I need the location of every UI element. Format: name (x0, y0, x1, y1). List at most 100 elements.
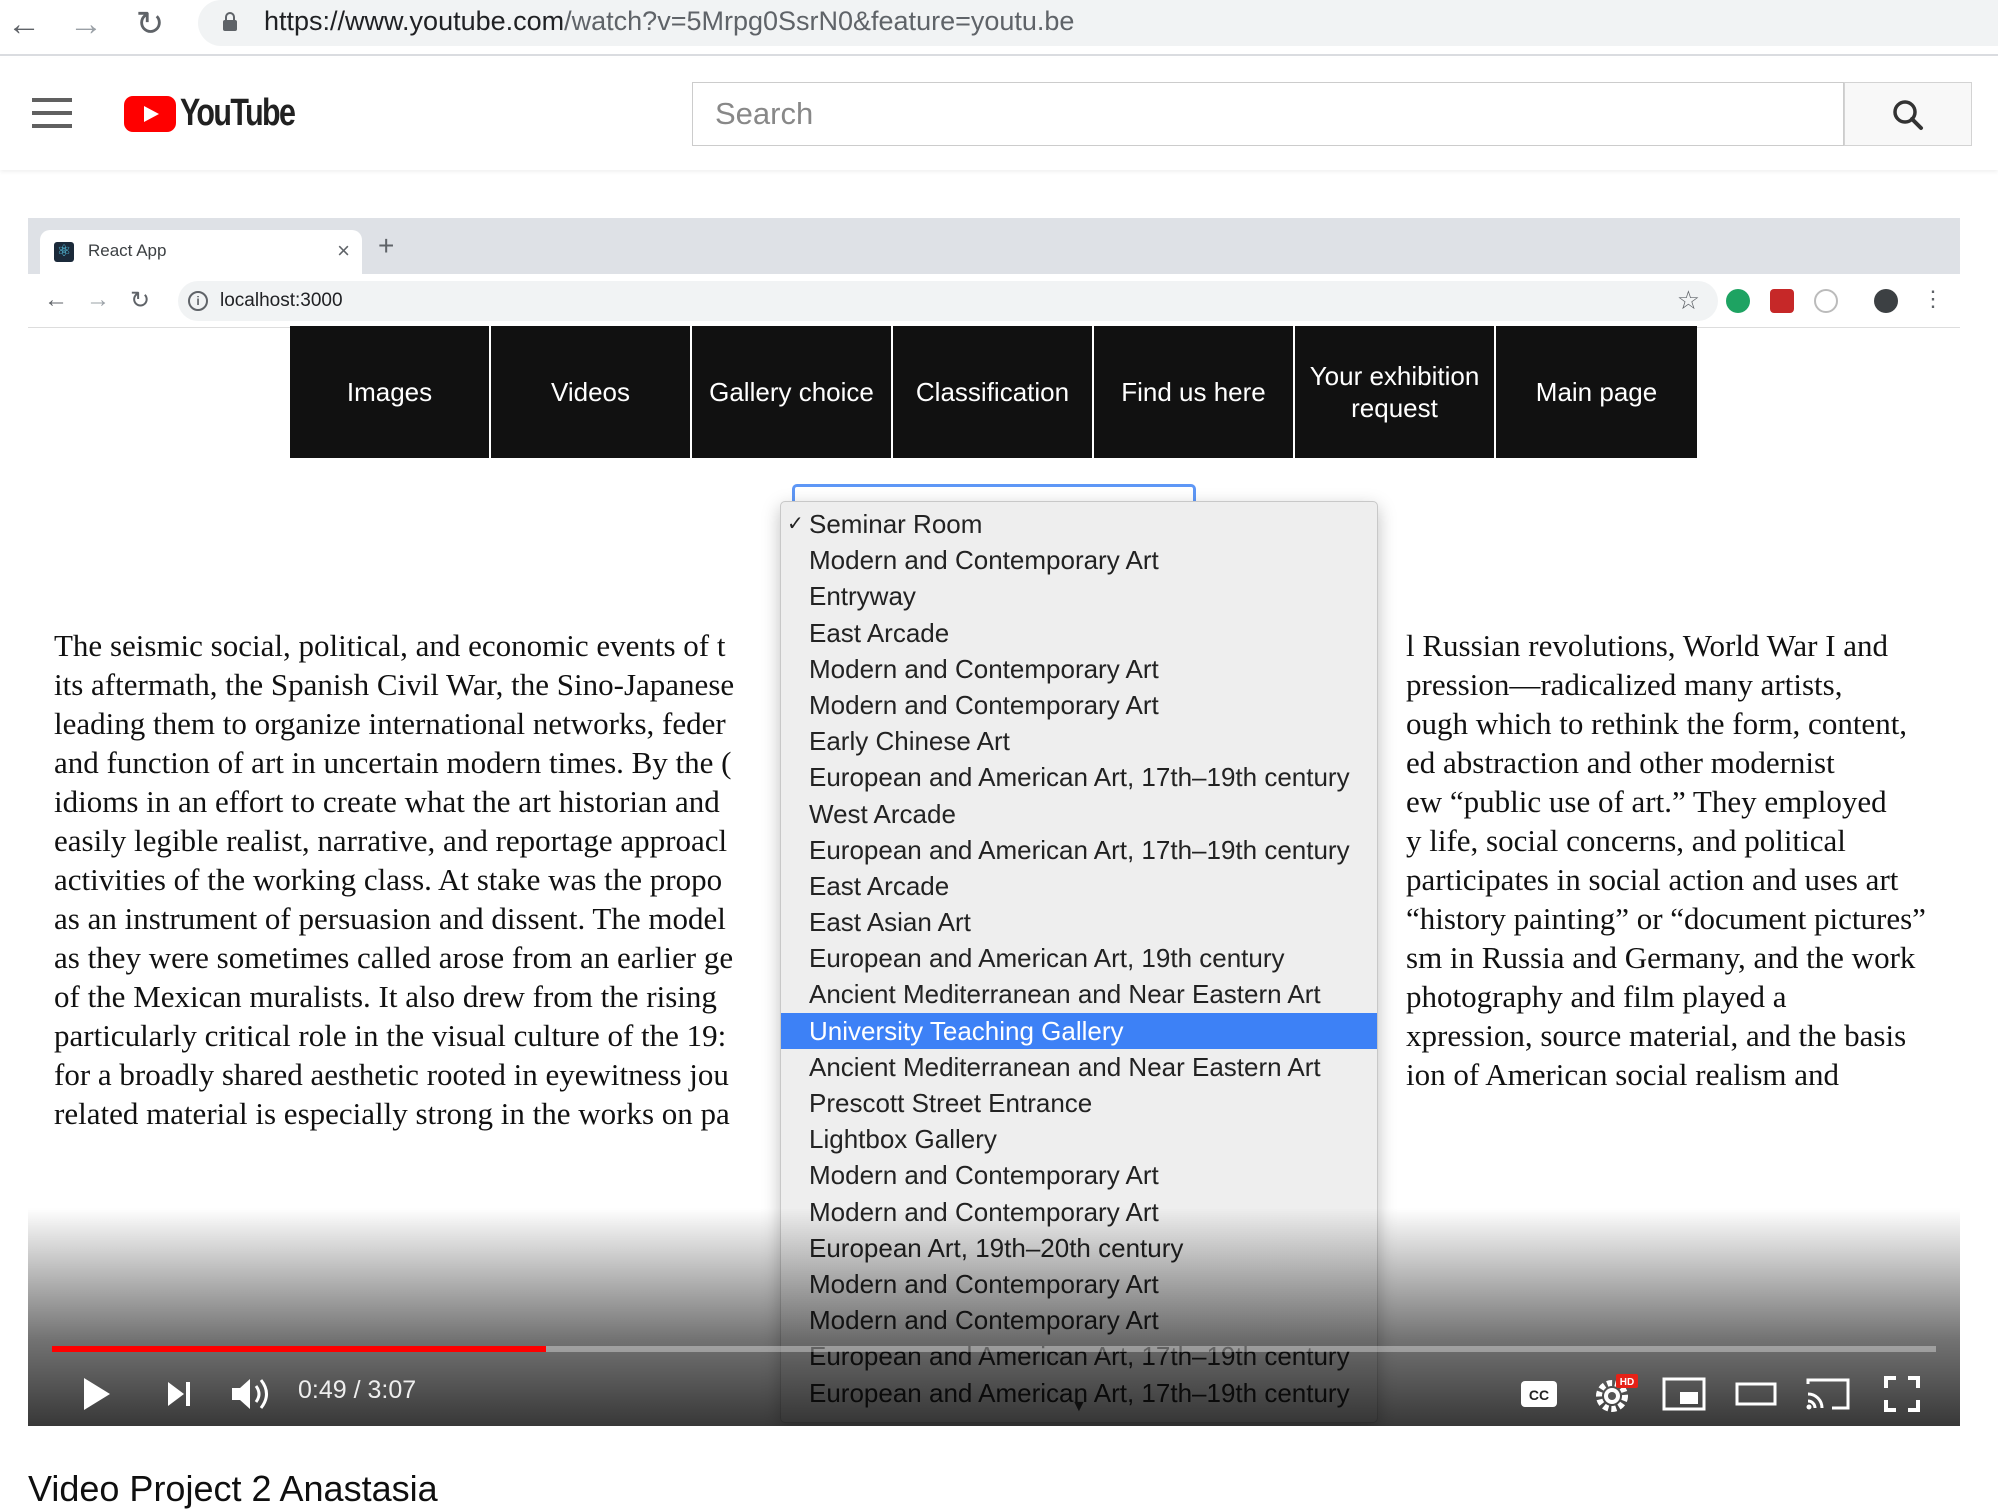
nav-main-page: Main page (1496, 326, 1697, 458)
captions-button: CC (1520, 1370, 1558, 1418)
dropdown-option[interactable]: Ancient Mediterranean and Near Eastern A… (781, 976, 1377, 1012)
miniplayer-button (1662, 1370, 1706, 1418)
body-text-left: leading them to organize international n… (54, 706, 726, 741)
body-text-left: its aftermath, the Spanish Civil War, th… (54, 667, 735, 702)
dropdown-option[interactable]: Modern and Contemporary Art (781, 1157, 1377, 1193)
captions-label: CC (1529, 1387, 1549, 1403)
body-text-right: participates in social action and uses a… (1406, 862, 1899, 897)
body-text-left: activities of the working class. At stak… (54, 862, 723, 897)
dropdown-option[interactable]: European and American Art, 17th–19th cen… (781, 832, 1377, 868)
body-text-left: The seismic social, political, and econo… (54, 628, 726, 663)
volume-icon (232, 1379, 268, 1409)
progress-bar (52, 1346, 1936, 1352)
plus-icon: + (378, 230, 395, 261)
site-nav: Images Videos Gallery choice Classificat… (290, 326, 1697, 458)
dropdown-option[interactable]: Modern and Contemporary Art (781, 542, 1377, 578)
video-title: Video Project 2 Anastasia (28, 1468, 438, 1509)
time-display: 0:49 / 3:07 (298, 1376, 417, 1404)
dropdown-option[interactable]: East Asian Art (781, 904, 1377, 940)
inner-toolbar: ← → ↻ i localhost:3000 ☆ ⋮ (28, 274, 1960, 328)
body-text-right: ion of American social realism and (1406, 1057, 1840, 1092)
extension-icon (1814, 289, 1838, 313)
nav-exhibition-request: Your exhibition request (1295, 326, 1496, 458)
info-icon: i (188, 291, 208, 311)
reload-icon: ↻ (130, 287, 151, 314)
body-text-left: for a broadly shared aesthetic rooted in… (54, 1057, 729, 1092)
body-text-right: ew “public use of art.” They employed (1406, 784, 1887, 819)
dropdown-option[interactable]: European and American Art, 19th century (781, 940, 1377, 976)
next-button (162, 1370, 196, 1418)
dropdown-option[interactable]: Early Chinese Art (781, 723, 1377, 759)
youtube-logo-text: YouTube (180, 92, 296, 134)
inner-tab-title: React App (88, 241, 167, 260)
captions-icon: CC (1521, 1381, 1557, 1407)
dropdown-option[interactable]: European and American Art, 17th–19th cen… (781, 759, 1377, 795)
play-button (80, 1370, 114, 1418)
dropdown-option[interactable]: East Arcade (781, 868, 1377, 904)
body-text-right: pression—radicalized many artists, (1406, 667, 1843, 702)
dropdown-option[interactable]: Entryway (781, 578, 1377, 614)
account-icon (1874, 289, 1898, 313)
body-text-right: “history painting” or “document pictures… (1406, 901, 1926, 936)
body-text-left: as an instrument of persuasion and disse… (54, 901, 726, 936)
youtube-play-icon (124, 96, 176, 132)
browser-toolbar: ← → ↻ https://www.youtube.com/watch?v=5M… (0, 0, 1998, 56)
kebab-menu-icon: ⋮ (1922, 286, 1944, 311)
dropdown-option[interactable]: West Arcade (781, 796, 1377, 832)
search-input[interactable] (693, 83, 1843, 145)
miniplayer-icon (1662, 1377, 1706, 1411)
video-player[interactable]: ⚛ React App × + ← → ↻ i localhost:3000 ☆… (28, 218, 1960, 1426)
nav-images: Images (290, 326, 491, 458)
cast-icon (1806, 1378, 1850, 1410)
nav-find-us-here: Find us here (1094, 326, 1295, 458)
nav-classification: Classification (893, 326, 1094, 458)
search-box (692, 82, 1844, 146)
grammarly-icon (1726, 289, 1750, 313)
dropdown-option[interactable]: East Arcade (781, 615, 1377, 651)
dropdown-option[interactable]: Modern and Contemporary Art (781, 687, 1377, 723)
address-url: https://www.youtube.com/watch?v=5Mrpg0Ss… (264, 6, 1074, 37)
nav-videos: Videos (491, 326, 692, 458)
fullscreen-button (1882, 1370, 1922, 1418)
back-arrow-icon[interactable]: ← (4, 4, 44, 44)
lock-icon (223, 12, 237, 31)
dropdown-option[interactable]: University Teaching Gallery (781, 1012, 1377, 1049)
forward-arrow-icon[interactable]: → (66, 4, 106, 44)
nav-gallery-choice: Gallery choice (692, 326, 893, 458)
settings-button: HD (1594, 1370, 1640, 1418)
forward-arrow-icon: → (86, 286, 110, 313)
back-arrow-icon: ← (44, 286, 68, 313)
dropdown-option[interactable]: Lightbox Gallery (781, 1121, 1377, 1157)
volume-button (228, 1370, 274, 1418)
hd-badge: HD (1620, 1377, 1634, 1388)
inner-url-text: localhost:3000 (220, 290, 343, 311)
url-host: https://www.youtube.com (264, 6, 565, 36)
search-button[interactable] (1844, 82, 1972, 146)
menu-icon[interactable] (32, 98, 72, 128)
theater-mode-button (1734, 1370, 1778, 1418)
search-icon (1893, 100, 1923, 130)
reload-icon[interactable]: ↻ (130, 4, 170, 44)
dropdown-option[interactable]: Prescott Street Entrance (781, 1085, 1377, 1121)
body-text-left: particularly critical role in the visual… (54, 1018, 727, 1053)
gear-icon: HD (1596, 1374, 1638, 1412)
body-text-right: photography and film played a (1406, 979, 1787, 1014)
dropdown-option[interactable]: Ancient Mediterranean and Near Eastern A… (781, 1049, 1377, 1085)
body-text-right: xpression, source material, and the basi… (1406, 1018, 1907, 1053)
address-bar[interactable]: https://www.youtube.com/watch?v=5Mrpg0Ss… (198, 0, 1998, 46)
body-text-left: and function of art in uncertain modern … (54, 745, 732, 780)
dropdown-option[interactable]: Modern and Contemporary Art (781, 651, 1377, 687)
cast-button (1804, 1370, 1852, 1418)
next-icon (168, 1382, 190, 1406)
dropdown-option[interactable]: Seminar Room (781, 506, 1377, 542)
body-text-right: y life, social concerns, and political (1406, 823, 1846, 858)
url-path: /watch?v=5Mrpg0SsrN0&feature=youtu.be (564, 6, 1075, 36)
extension-icon (1770, 289, 1794, 313)
body-text-left: idioms in an effort to create what the a… (54, 784, 720, 819)
body-text-right: l Russian revolutions, World War I and (1406, 628, 1889, 663)
inner-tab-bar: ⚛ React App × + (28, 218, 1960, 274)
body-text-left: easily legible realist, narrative, and r… (54, 823, 728, 858)
youtube-header: YouTube (0, 58, 1998, 170)
play-icon (84, 1378, 110, 1410)
inner-address-bar: i localhost:3000 ☆ (178, 281, 1718, 321)
